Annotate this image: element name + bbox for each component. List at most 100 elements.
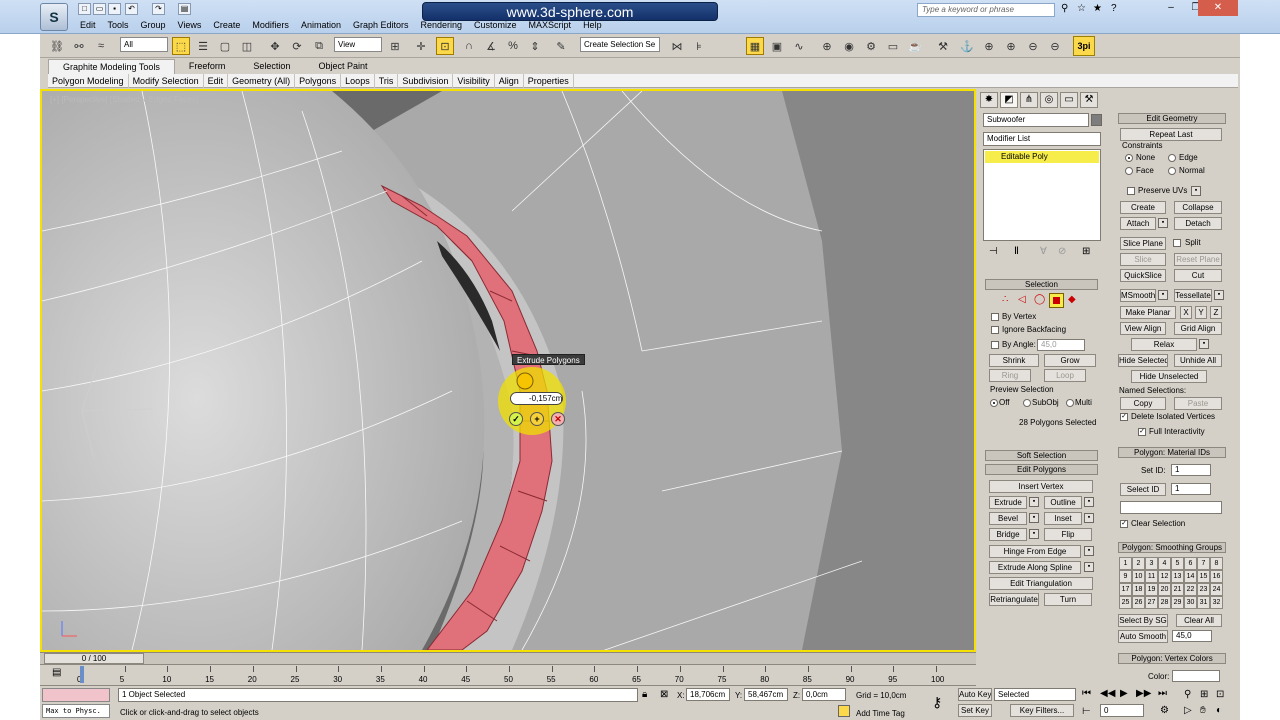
smoothing-group-button[interactable]: 19 bbox=[1145, 583, 1158, 596]
preview-multi-radio[interactable] bbox=[1066, 399, 1074, 407]
edit-geometry-rollout-header[interactable]: Edit Geometry bbox=[1118, 113, 1226, 124]
named-selection-sets-dropdown[interactable]: Create Selection Se bbox=[580, 37, 660, 52]
keyboard-shortcut-override-icon[interactable]: ⊡ bbox=[436, 37, 454, 55]
repeat-last-button[interactable]: Repeat Last bbox=[1120, 128, 1222, 141]
make-unique-icon[interactable]: ∀ bbox=[1040, 246, 1047, 257]
smoothing-group-button[interactable]: 22 bbox=[1184, 583, 1197, 596]
preview-subobj-radio[interactable] bbox=[1023, 399, 1031, 407]
relax-settings-icon[interactable]: ▪ bbox=[1199, 339, 1209, 349]
smoothing-group-button[interactable]: 16 bbox=[1210, 570, 1223, 583]
planar-z-button[interactable]: Z bbox=[1210, 306, 1222, 319]
menu-animation[interactable]: Animation bbox=[295, 20, 347, 30]
tab-graphite-modeling-tools[interactable]: Graphite Modeling Tools bbox=[48, 58, 175, 75]
ribbon-panel-edit[interactable]: Edit bbox=[204, 73, 229, 88]
select-id-button[interactable]: Select ID bbox=[1120, 483, 1166, 496]
constraint-normal-radio[interactable] bbox=[1168, 167, 1176, 175]
extrude-settings-icon[interactable]: ▪ bbox=[1029, 497, 1039, 507]
tab-object-paint[interactable]: Object Paint bbox=[304, 59, 381, 74]
attach-button[interactable]: Attach bbox=[1120, 217, 1156, 230]
new-file-icon[interactable]: □ bbox=[78, 3, 91, 15]
object-color-swatch[interactable] bbox=[1091, 114, 1102, 126]
material-editor-icon[interactable]: ◉ bbox=[840, 37, 858, 55]
open-file-icon[interactable]: ▭ bbox=[93, 3, 106, 15]
smoothing-group-button[interactable]: 14 bbox=[1184, 570, 1197, 583]
material-ids-rollout-header[interactable]: Polygon: Material IDs bbox=[1118, 447, 1226, 458]
bridge-button[interactable]: Bridge bbox=[989, 528, 1027, 541]
constraint-edge-radio[interactable] bbox=[1168, 154, 1176, 162]
ribbon-panel-properties[interactable]: Properties bbox=[524, 73, 574, 88]
smoothing-group-button[interactable]: 10 bbox=[1132, 570, 1145, 583]
copy-button[interactable]: Copy bbox=[1120, 397, 1166, 410]
element-mode-icon[interactable]: ◆ bbox=[1068, 294, 1076, 305]
preserve-uvs-settings-icon[interactable]: ▪ bbox=[1191, 186, 1201, 196]
detach-button[interactable]: Detach bbox=[1174, 217, 1222, 230]
smoothing-group-button[interactable]: 17 bbox=[1119, 583, 1132, 596]
plugin-tool-6-icon[interactable]: ⊖ bbox=[1046, 37, 1064, 55]
smoothing-group-button[interactable]: 20 bbox=[1158, 583, 1171, 596]
render-production-icon[interactable]: ☕ bbox=[906, 37, 924, 55]
absolute-mode-icon[interactable]: ⊠ bbox=[660, 689, 668, 700]
undo-icon[interactable]: ↶ bbox=[125, 3, 138, 15]
smoothing-group-button[interactable]: 31 bbox=[1197, 596, 1210, 609]
show-end-result-icon[interactable]: Ⅱ bbox=[1014, 246, 1019, 257]
collapse-button[interactable]: Collapse bbox=[1174, 201, 1222, 214]
modify-tab-icon[interactable]: ◩ bbox=[1000, 92, 1018, 108]
smoothing-groups-rollout-header[interactable]: Polygon: Smoothing Groups bbox=[1118, 542, 1226, 553]
tessellate-settings-icon[interactable]: ▪ bbox=[1214, 290, 1224, 300]
smoothing-group-button[interactable]: 26 bbox=[1132, 596, 1145, 609]
reference-coordinate-dropdown[interactable]: View bbox=[334, 37, 382, 52]
set-id-spinner[interactable]: 1 bbox=[1171, 464, 1211, 476]
menu-maxscript[interactable]: MAXScript bbox=[523, 20, 578, 30]
outline-button[interactable]: Outline bbox=[1044, 496, 1082, 509]
smoothing-group-button[interactable]: 2 bbox=[1132, 557, 1145, 570]
rotate-icon[interactable]: ⟳ bbox=[288, 37, 306, 55]
paste-button[interactable]: Paste bbox=[1174, 397, 1222, 410]
viewport-label[interactable]: [+] [Perspective] [Shaded + Edged Faces] bbox=[50, 95, 198, 104]
plugin-tool-4-icon[interactable]: ⊕ bbox=[1002, 37, 1020, 55]
favorites-icon[interactable]: ★ bbox=[1093, 3, 1102, 14]
delete-isolated-checkbox[interactable]: ✓ bbox=[1120, 413, 1128, 421]
ribbon-panel-polygons[interactable]: Polygons bbox=[295, 73, 342, 88]
cut-button[interactable]: Cut bbox=[1174, 269, 1222, 282]
smoothing-group-button[interactable]: 6 bbox=[1184, 557, 1197, 570]
edit-polygons-rollout-header[interactable]: Edit Polygons bbox=[985, 464, 1098, 475]
loop-button[interactable]: Loop bbox=[1044, 369, 1086, 382]
current-frame-field[interactable]: 0 bbox=[1100, 704, 1144, 717]
menu-customize[interactable]: Customize bbox=[468, 20, 523, 30]
retriangulate-button[interactable]: Retriangulate bbox=[989, 593, 1039, 606]
grid-align-button[interactable]: Grid Align bbox=[1174, 322, 1222, 335]
project-folder-icon[interactable]: ▤ bbox=[178, 3, 191, 15]
plugin-tool-3-icon[interactable]: ⊕ bbox=[980, 37, 998, 55]
inset-button[interactable]: Inset bbox=[1044, 512, 1082, 525]
make-planar-button[interactable]: Make Planar bbox=[1120, 306, 1176, 319]
auto-key-button[interactable]: Auto Key bbox=[958, 688, 992, 701]
view-align-button[interactable]: View Align bbox=[1120, 322, 1166, 335]
remove-modifier-icon[interactable]: ⊘ bbox=[1058, 246, 1066, 257]
smoothing-group-button[interactable]: 4 bbox=[1158, 557, 1171, 570]
by-angle-spinner[interactable]: 45,0 bbox=[1037, 339, 1085, 351]
help-search-input[interactable]: Type a keyword or phrase bbox=[917, 3, 1055, 17]
mirror-icon[interactable]: ⋈ bbox=[668, 37, 686, 55]
vertex-color-swatch[interactable] bbox=[1172, 670, 1220, 682]
object-name-field[interactable]: Subwoofer bbox=[983, 113, 1089, 127]
constraint-face-radio[interactable] bbox=[1125, 167, 1133, 175]
grow-button[interactable]: Grow bbox=[1044, 354, 1096, 367]
play-icon[interactable]: ▶ bbox=[1120, 688, 1128, 699]
selection-rollout-header[interactable]: Selection bbox=[985, 279, 1098, 290]
motion-tab-icon[interactable]: ◎ bbox=[1040, 92, 1058, 108]
create-tab-icon[interactable]: ✸ bbox=[980, 92, 998, 108]
snaps-toggle-icon[interactable]: ∩ bbox=[460, 37, 478, 55]
smoothing-group-button[interactable]: 28 bbox=[1158, 596, 1171, 609]
smoothing-group-button[interactable]: 25 bbox=[1119, 596, 1132, 609]
smoothing-group-button[interactable]: 29 bbox=[1171, 596, 1184, 609]
ribbon-panel-polygon-modeling[interactable]: Polygon Modeling bbox=[48, 73, 129, 88]
pan-view-icon[interactable]: ✋︎ bbox=[1200, 705, 1206, 716]
menu-create[interactable]: Create bbox=[207, 20, 246, 30]
create-button[interactable]: Create bbox=[1120, 201, 1166, 214]
msmooth-settings-icon[interactable]: ▪ bbox=[1158, 290, 1168, 300]
display-tab-icon[interactable]: ▭ bbox=[1060, 92, 1078, 108]
zoom-extents-icon[interactable]: ⊡ bbox=[1216, 689, 1224, 700]
flip-button[interactable]: Flip bbox=[1044, 528, 1092, 541]
mini-curve-editor-icon[interactable]: ▤ bbox=[52, 667, 62, 681]
lock-selection-icon[interactable]: 🔒︎ bbox=[642, 689, 647, 700]
